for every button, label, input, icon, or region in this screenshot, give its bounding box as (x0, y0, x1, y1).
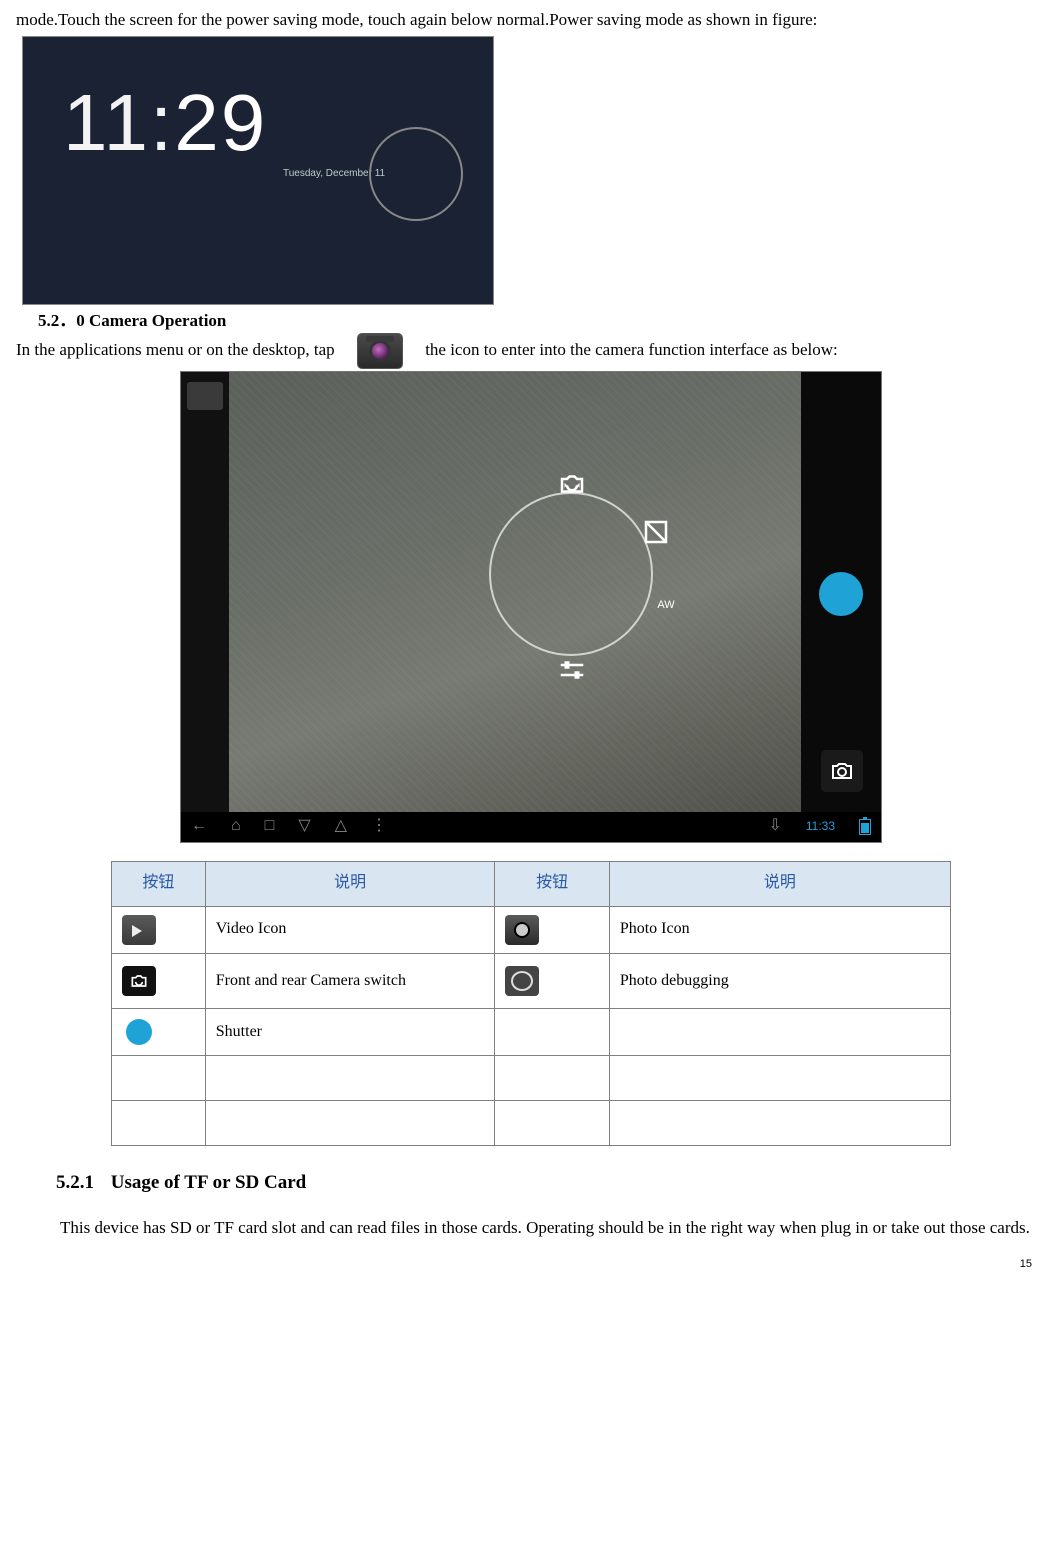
awb-icon: AW (651, 594, 681, 618)
section-5-2-0-heading: 5.2．0 Camera Operation (38, 309, 1046, 333)
exposure-icon (641, 520, 671, 544)
camera-ui-figure: AW ← ⌂ □ ▽ △ ⋮ ⇩ 11:33 (180, 371, 882, 843)
focus-ring-icon: AW (489, 492, 653, 656)
switch-camera-icon (557, 472, 587, 496)
cell-empty (609, 1100, 950, 1145)
photo-mode-button[interactable] (821, 750, 863, 792)
cell-video: Video Icon (205, 906, 495, 953)
legend-header-desc-2: 说明 (609, 861, 950, 906)
recents-icon[interactable]: □ (265, 815, 275, 837)
settings-slider-icon (557, 658, 587, 682)
home-icon[interactable]: ⌂ (231, 815, 241, 837)
legend-header-button-1: 按钮 (112, 861, 206, 906)
section-5-2-1-heading: 5.2.1 Usage of TF or SD Card (56, 1170, 1046, 1197)
photo-mode-icon (505, 915, 539, 945)
camera-left-bar (181, 372, 229, 812)
camera-navbar: ← ⌂ □ ▽ △ ⋮ ⇩ 11:33 (181, 812, 881, 842)
shutter-button[interactable] (819, 572, 863, 616)
clock-time: 11:29 (63, 67, 267, 179)
page-number: 15 (1020, 1257, 1032, 1272)
cell-shutter: Shutter (205, 1008, 495, 1055)
back-icon[interactable]: ← (191, 815, 207, 837)
vol-down-icon[interactable]: ▽ (298, 815, 310, 837)
cell-photo: Photo Icon (609, 906, 950, 953)
download-icon: ⇩ (768, 815, 781, 837)
cell-switch: Front and rear Camera switch (205, 953, 495, 1008)
icon-legend-table: 按钮 说明 按钮 说明 Video Icon Photo Icon Front … (111, 861, 951, 1146)
cell-empty (205, 1100, 495, 1145)
camera-switch-icon (122, 966, 156, 996)
table-row: Shutter (112, 1008, 951, 1055)
section-5-2-1-para: This device has SD or TF card slot and c… (28, 1211, 1034, 1245)
vol-up-icon[interactable]: △ (335, 815, 347, 837)
camera-right-bar (801, 372, 881, 812)
table-row: Video Icon Photo Icon (112, 906, 951, 953)
camera-intro-post: the icon to enter into the camera functi… (425, 340, 838, 359)
camera-viewfinder: AW (229, 372, 801, 812)
table-row: Front and rear Camera switch Photo debug… (112, 953, 951, 1008)
section-number: 5.2.1 (56, 1172, 94, 1193)
legend-header-desc-1: 说明 (205, 861, 495, 906)
camera-intro: In the applications menu or on the deskt… (16, 333, 1046, 369)
intro-text: mode.Touch the screen for the power savi… (16, 8, 1046, 32)
camera-intro-pre: In the applications menu or on the deskt… (16, 340, 335, 359)
cell-debug: Photo debugging (609, 953, 950, 1008)
table-row (112, 1055, 951, 1100)
menu-icon[interactable]: ⋮ (371, 815, 387, 837)
section-title: Usage of TF or SD Card (111, 1172, 306, 1193)
lockscreen-figure: 11:29 Tuesday, December 11 (22, 36, 494, 305)
cell-empty (609, 1008, 950, 1055)
battery-icon (859, 819, 871, 835)
cell-empty (205, 1055, 495, 1100)
video-mode-icon (122, 915, 156, 945)
table-row (112, 1100, 951, 1145)
lock-ring-icon (369, 127, 463, 221)
camera-app-icon (357, 333, 403, 369)
legend-header-button-2: 按钮 (495, 861, 609, 906)
gallery-thumbnail (187, 382, 223, 410)
photo-debugging-icon (505, 966, 539, 996)
shutter-icon (122, 1017, 156, 1047)
status-time: 11:33 (806, 818, 835, 835)
cell-empty (609, 1055, 950, 1100)
